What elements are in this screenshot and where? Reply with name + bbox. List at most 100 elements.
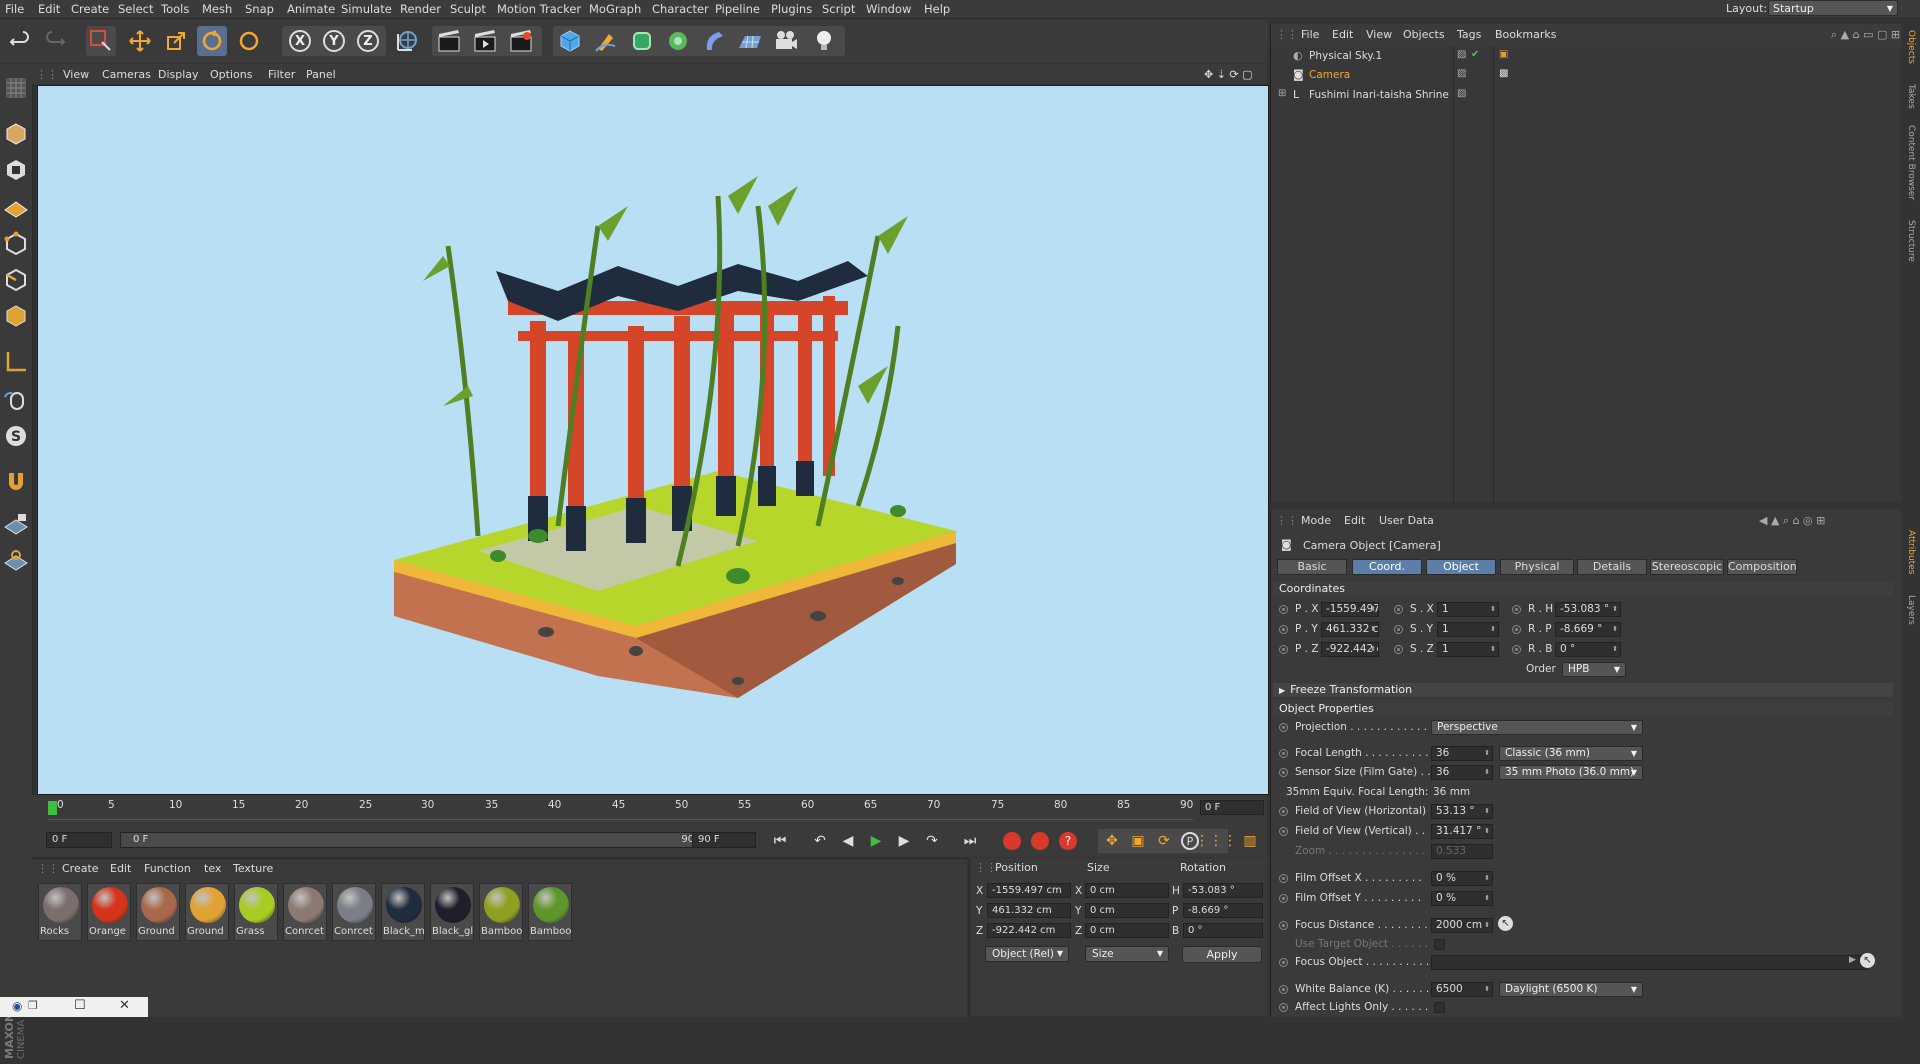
keyframe-selection-button[interactable]: ? [1056, 829, 1080, 853]
viewport-menu-cameras[interactable]: Cameras [102, 68, 151, 81]
next-frame-button[interactable]: ▶ [892, 829, 916, 853]
render-view-button[interactable] [434, 26, 464, 56]
material-swatch[interactable]: Orange [87, 883, 131, 941]
scale-tool-button[interactable] [161, 26, 191, 56]
use-target-checkbox[interactable] [1434, 939, 1445, 950]
film-offset-y-field[interactable]: 0 % ⬍ [1431, 891, 1493, 906]
timeline-window-button[interactable]: ▥ [1238, 829, 1262, 853]
cinema4d-app-icon[interactable]: ◉ [12, 999, 22, 1013]
material-menu-create[interactable]: Create [62, 862, 99, 875]
link-menu-arrow-icon[interactable]: ▶ [1849, 955, 1856, 965]
material-swatch[interactable]: Ground [185, 883, 229, 941]
layout-select[interactable]: Startup ▼ [1768, 0, 1898, 16]
focal-length-field[interactable]: 36 ⬍ [1431, 746, 1493, 761]
menu-animate[interactable]: Animate [287, 2, 335, 16]
material-swatch[interactable]: Black_m [381, 883, 425, 941]
tab-details[interactable]: Details [1577, 559, 1647, 575]
pen-button[interactable] [591, 26, 621, 56]
key-scale-button[interactable]: ▣ [1126, 829, 1150, 853]
keyframe-radio-icon[interactable] [1279, 645, 1288, 654]
viewport-menu-panel[interactable]: Panel [306, 68, 336, 81]
tab-coord[interactable]: Coord. [1352, 559, 1422, 575]
menu-create[interactable]: Create [71, 2, 109, 16]
white-balance-preset-dropdown[interactable]: Daylight (6500 K) ▼ [1499, 982, 1643, 997]
material-swatch[interactable]: Conrcet [332, 883, 376, 941]
recent-tool-button[interactable] [234, 26, 264, 56]
viewport-menu-display[interactable]: Display [158, 68, 199, 81]
keyframe-radio-icon[interactable] [1394, 625, 1403, 634]
attr-menu-mode[interactable]: Mode [1301, 514, 1331, 527]
end-frame-field[interactable]: 90 F [692, 832, 756, 848]
focus-distance-field[interactable]: 2000 cm ⬍ [1431, 918, 1493, 933]
make-editable-button[interactable] [2, 74, 30, 102]
y-axis-lock-icon[interactable]: Y [323, 30, 345, 52]
rp-field[interactable]: -8.669 ° ⬍ [1555, 622, 1621, 637]
rotate-tool-button[interactable] [197, 26, 227, 56]
magnet-button[interactable] [2, 468, 30, 496]
close-window-icon[interactable]: ✕ [119, 998, 130, 1013]
next-key-button[interactable]: ↷ [920, 829, 944, 853]
tab-stereoscopic[interactable]: Stereoscopic [1650, 559, 1724, 575]
object-menu-view[interactable]: View [1366, 28, 1392, 41]
size-x-field[interactable]: 0 cm [1085, 883, 1169, 898]
cube-button[interactable] [555, 26, 585, 56]
focal-preset-dropdown[interactable]: Classic (36 mm) ▼ [1499, 746, 1643, 761]
py-field[interactable]: 461.332 c ⬍ [1321, 622, 1379, 637]
layer-visibility-icon[interactable]: ▨ [1457, 49, 1466, 60]
attr-navigation-icons[interactable]: ◀ ▲ ⌕ ⌂ ◎ ⊞ [1759, 514, 1825, 528]
edges-mode-button[interactable] [2, 266, 30, 294]
menu-sculpt[interactable]: Sculpt [450, 2, 486, 16]
keyframe-radio-icon[interactable] [1512, 625, 1521, 634]
material-menu-edit[interactable]: Edit [110, 862, 131, 875]
pick-object-icon[interactable]: ↖ [1860, 953, 1875, 968]
floor-button[interactable] [735, 26, 765, 56]
fov-horizontal-field[interactable]: 53.13 ° ⬍ [1431, 804, 1493, 819]
px-field[interactable]: -1559.497 ⬍ [1321, 602, 1379, 617]
menu-plugins[interactable]: Plugins [771, 2, 812, 16]
keyframe-radio-icon[interactable] [1512, 605, 1521, 614]
maximize-window-icon[interactable]: ☐ [74, 998, 86, 1013]
tab-object[interactable]: Object [1426, 559, 1496, 575]
object-manager-tools-icons[interactable]: ⌕ ▲ ⌂ ▭ ▢ ⊞ [1831, 28, 1900, 42]
tab-physical[interactable]: Physical [1500, 559, 1574, 575]
lock-workplane-button[interactable] [2, 510, 30, 538]
coordinate-system-button[interactable] [392, 26, 422, 56]
layer-visibility-icon[interactable]: ▨ [1457, 68, 1466, 79]
render-settings-button[interactable] [506, 26, 536, 56]
object-menu-edit[interactable]: Edit [1332, 28, 1353, 41]
rotation-h-field[interactable]: -53.083 ° [1183, 883, 1263, 898]
menu-simulate[interactable]: Simulate [341, 2, 392, 16]
go-to-start-button[interactable]: ⏮ [768, 829, 792, 853]
position-z-field[interactable]: -922.442 cm [987, 923, 1071, 938]
x-axis-lock-icon[interactable]: X [289, 30, 311, 52]
object-menu-file[interactable]: File [1301, 28, 1319, 41]
preview-range-slider[interactable]: 0 F 90 F [120, 832, 718, 848]
tweak-button[interactable] [2, 386, 30, 414]
object-row[interactable]: ◐ Physical Sky.1 ▨ ✔ ▣ [1271, 47, 1901, 66]
previous-frame-button[interactable]: ◀ [836, 829, 860, 853]
projection-dropdown[interactable]: Perspective ▼ [1431, 720, 1643, 735]
material-swatch[interactable]: Rocks [38, 883, 82, 941]
size-z-field[interactable]: 0 cm [1085, 923, 1169, 938]
keyframe-radio-icon[interactable] [1279, 807, 1288, 816]
side-tab-attributes[interactable]: Attributes [1906, 530, 1916, 574]
workplane-button[interactable] [2, 192, 30, 220]
attr-menu-edit[interactable]: Edit [1344, 514, 1365, 527]
keyframe-radio-icon[interactable] [1279, 768, 1288, 777]
apply-button[interactable]: Apply [1182, 946, 1262, 963]
menu-mograph[interactable]: MoGraph [589, 2, 641, 16]
expand-icon[interactable]: ⊞ [1278, 88, 1286, 99]
order-dropdown[interactable]: HPB ▼ [1562, 662, 1626, 677]
viewport-nav-icons[interactable]: ✥ ⇣ ⟳ ▢ [1204, 68, 1253, 81]
menu-select[interactable]: Select [118, 2, 153, 16]
coordinate-mode-dropdown[interactable]: Object (Rel) ▼ [985, 946, 1069, 962]
menu-window[interactable]: Window [866, 2, 911, 16]
pick-focus-icon[interactable]: ↖ [1498, 916, 1513, 931]
key-pla-button[interactable]: ⋮⋮⋮ [1195, 829, 1237, 853]
sx-field[interactable]: 1 ⬍ [1437, 602, 1499, 617]
menu-motion-tracker[interactable]: Motion Tracker [497, 2, 581, 16]
object-row[interactable]: ◙ Camera ▨ ▩ [1271, 66, 1901, 85]
menu-character[interactable]: Character [652, 2, 709, 16]
keyframe-radio-icon[interactable] [1279, 827, 1288, 836]
autokey-button[interactable] [1028, 829, 1052, 853]
